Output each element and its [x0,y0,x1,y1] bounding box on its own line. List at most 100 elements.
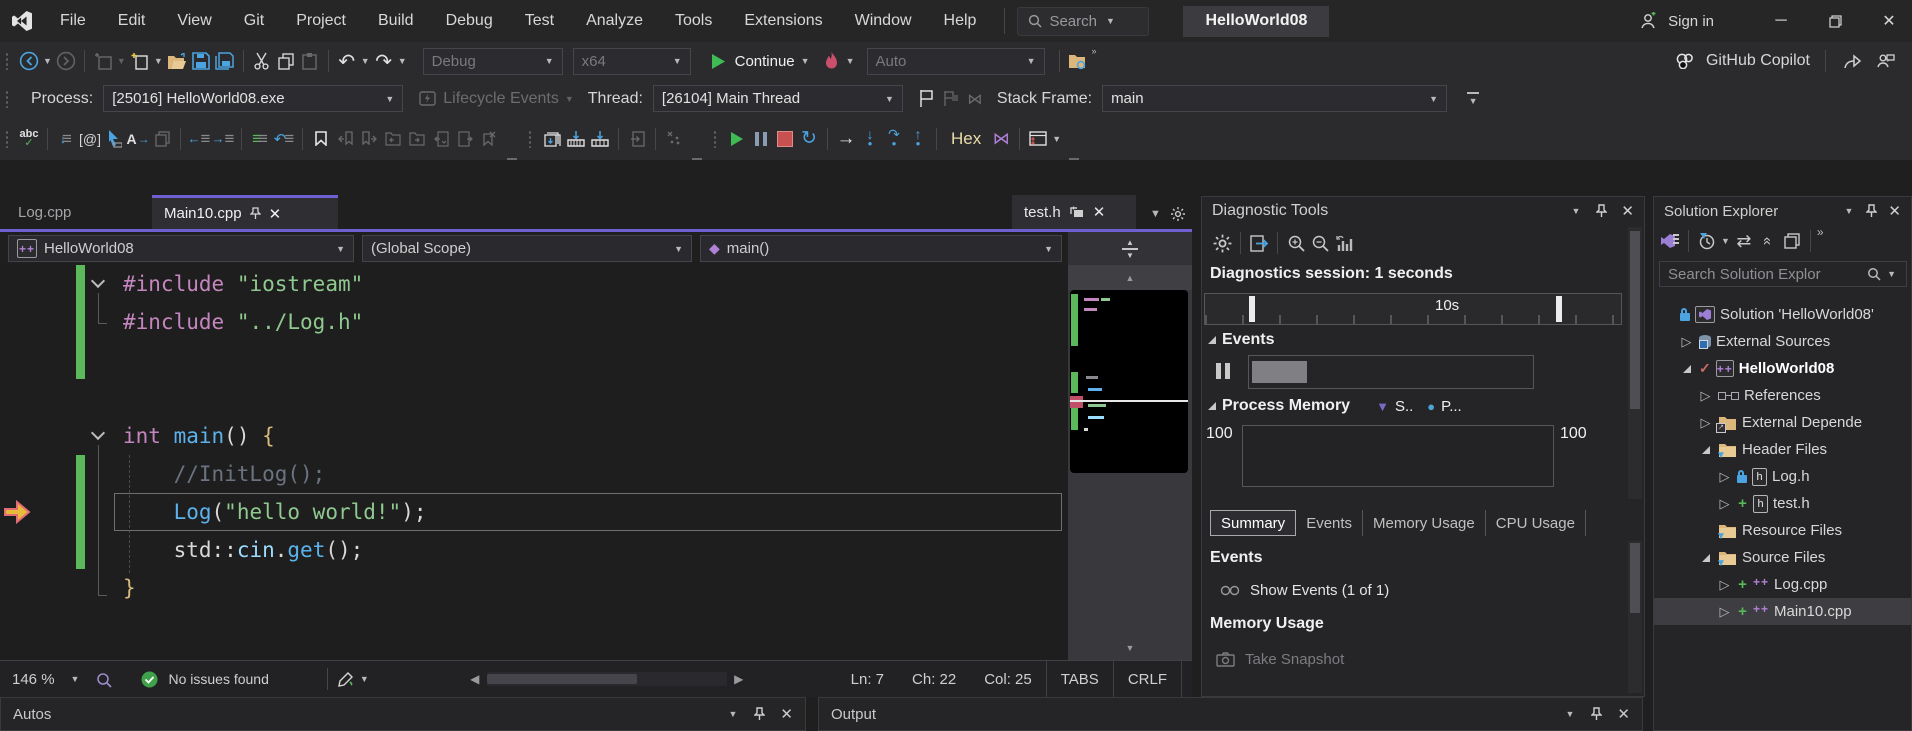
menu-test[interactable]: Test [509,0,570,42]
window-position-icon[interactable]: ▼ [729,709,738,719]
github-copilot-button[interactable]: GitHub Copilot [1706,52,1810,70]
zoom-level[interactable]: 146 % [0,661,69,697]
zoom-in-icon[interactable] [1284,231,1308,255]
diag-tab-memory-usage[interactable]: Memory Usage [1363,510,1486,536]
take-snapshot-row[interactable]: Take Snapshot [1216,647,1344,671]
scope-dropdown[interactable]: (Global Scope)▼ [362,235,692,262]
decrease-indent-icon[interactable]: ←≡ [187,127,211,151]
collapsed-icon[interactable]: ▷ [1720,469,1730,485]
window-position-icon[interactable]: ▼ [1845,206,1854,216]
editor-options-gear-icon[interactable] [1166,202,1190,226]
pending-changes-filter-icon[interactable] [1695,229,1719,253]
menu-extensions[interactable]: Extensions [728,0,838,42]
lifecycle-events-button[interactable]: Lifecycle Events [443,90,559,108]
scroll-up-button[interactable]: ▲ [1068,265,1192,290]
collapsed-icon[interactable]: ▷ [1720,577,1730,593]
menu-git[interactable]: Git [228,0,280,42]
show-events-row[interactable]: Show Events (1 of 1) [1220,579,1389,601]
menu-tools[interactable]: Tools [659,0,728,42]
increase-indent-icon[interactable]: →≡ [211,127,235,151]
breakpoints-window-icon[interactable] [1026,127,1050,151]
save-all-icon[interactable] [213,49,237,73]
close-icon[interactable]: ✕ [1617,705,1630,723]
issues-status[interactable]: No issues found [168,671,268,687]
undo-icon[interactable]: ↶ [335,49,359,73]
fold-collapse-icon[interactable] [88,272,108,292]
word-wrap-icon[interactable]: [@] [78,127,102,151]
restore-button[interactable] [1812,0,1858,42]
close-tab-icon[interactable]: ✕ [269,205,282,223]
tree-item-external-sources[interactable]: ▷External Sources [1654,328,1911,355]
tree-item-source-files[interactable]: ▼Source Files [1654,544,1911,571]
scroll-left-icon[interactable]: ◀ [463,667,487,691]
process-dropdown[interactable]: [25016] HelloWorld08.exe▼ [103,85,403,112]
menu-project[interactable]: Project [280,0,362,42]
code-line-5[interactable]: int main() { [123,417,275,455]
thread-dropdown[interactable]: [26104] Main Thread▼ [653,85,903,112]
next-bookmark-folder-icon[interactable] [405,127,429,151]
new-project-icon[interactable] [91,49,115,73]
close-button[interactable]: ✕ [1866,0,1912,42]
whitespace-toggle-icon[interactable]: ↓≡ [54,127,78,151]
send-feedback-icon[interactable] [1874,49,1898,73]
collapsed-icon[interactable]: ▷ [1720,496,1730,512]
expanded-icon[interactable] [1683,365,1691,373]
previous-bookmark-document-icon[interactable] [429,127,453,151]
pause-icon[interactable] [749,127,773,151]
tab-log-cpp[interactable]: Log.cpp [6,195,126,229]
solution-platforms-dropdown[interactable]: x64▼ [573,48,691,75]
search-box[interactable]: Search ▼ [1017,7,1149,36]
next-bookmark-document-icon[interactable] [453,127,477,151]
event-bar[interactable] [1252,361,1307,383]
scroll-right-icon[interactable]: ▶ [727,667,751,691]
expanded-icon[interactable] [1702,554,1710,562]
export-session-icon[interactable] [1247,231,1271,255]
duplicate-icon[interactable] [150,127,174,151]
breakpoints-module-icon[interactable] [564,127,588,151]
toolbar-grip[interactable] [5,130,10,148]
toolbar-grip[interactable] [713,130,718,148]
member-dropdown[interactable]: ◆ main()▼ [700,235,1062,262]
tree-item-test-h[interactable]: ▷+htest.h [1654,490,1911,517]
select-mode-icon[interactable] [102,127,126,151]
show-threads-icon[interactable]: ⋈ [989,127,1013,151]
stack-frame-dropdown[interactable]: main▼ [1102,85,1447,112]
split-editor-button[interactable]: ▲▼ [1068,232,1192,265]
watch-dropdown[interactable]: Auto▼ [867,48,1045,75]
uncomment-lines-icon[interactable]: ↶≡ [272,127,296,151]
flag-just-my-code-icon[interactable] [939,87,963,111]
code-cleanup-pen-icon[interactable] [334,667,358,691]
code-line-2[interactable]: #include "../Log.h" [123,303,363,341]
active-files-dropdown-icon[interactable]: ▼ [1150,208,1161,220]
reset-view-icon[interactable] [1332,231,1356,255]
diagnostics-scrollbar[interactable] [1628,227,1642,499]
export-icon[interactable] [625,127,649,151]
solution-configurations-dropdown[interactable]: Debug▼ [423,48,563,75]
continue-play-icon[interactable] [707,49,731,73]
window-position-icon[interactable]: ▼ [1572,206,1581,216]
call-stack-icon[interactable] [540,127,564,151]
minimize-button[interactable]: ─ [1758,0,1804,42]
process-memory-section-header[interactable]: Process Memory ▼ S.. ● P... [1208,397,1462,415]
menu-help[interactable]: Help [928,0,993,42]
pin-icon[interactable] [1596,204,1607,218]
menu-debug[interactable]: Debug [430,0,509,42]
diag-tab-cpu-usage[interactable]: CPU Usage [1486,510,1586,536]
solution-explorer-title-bar[interactable]: Solution Explorer ▼ ✕ [1654,197,1911,225]
menu-build[interactable]: Build [362,0,430,42]
toolbar-grip[interactable] [528,130,533,148]
window-position-icon[interactable]: ▼ [1566,709,1575,719]
hot-reload-flame-icon[interactable] [820,49,844,73]
run-icon[interactable] [725,127,749,151]
diagnostic-tools-title-bar[interactable]: Diagnostic Tools ▼ ✕ [1202,197,1644,225]
menu-edit[interactable]: Edit [102,0,162,42]
stop-icon[interactable] [773,127,797,151]
pin-icon[interactable] [1866,204,1877,218]
preview-selected-icon[interactable] [1780,229,1804,253]
current-statement-arrow-icon[interactable] [3,499,31,525]
code-line-9[interactable]: } [123,569,136,607]
summary-scrollbar[interactable] [1628,541,1642,693]
timeline-ruler[interactable]: 10s [1204,293,1622,325]
scroll-down-button[interactable]: ▼ [1068,636,1192,660]
pin-icon[interactable] [754,707,765,721]
